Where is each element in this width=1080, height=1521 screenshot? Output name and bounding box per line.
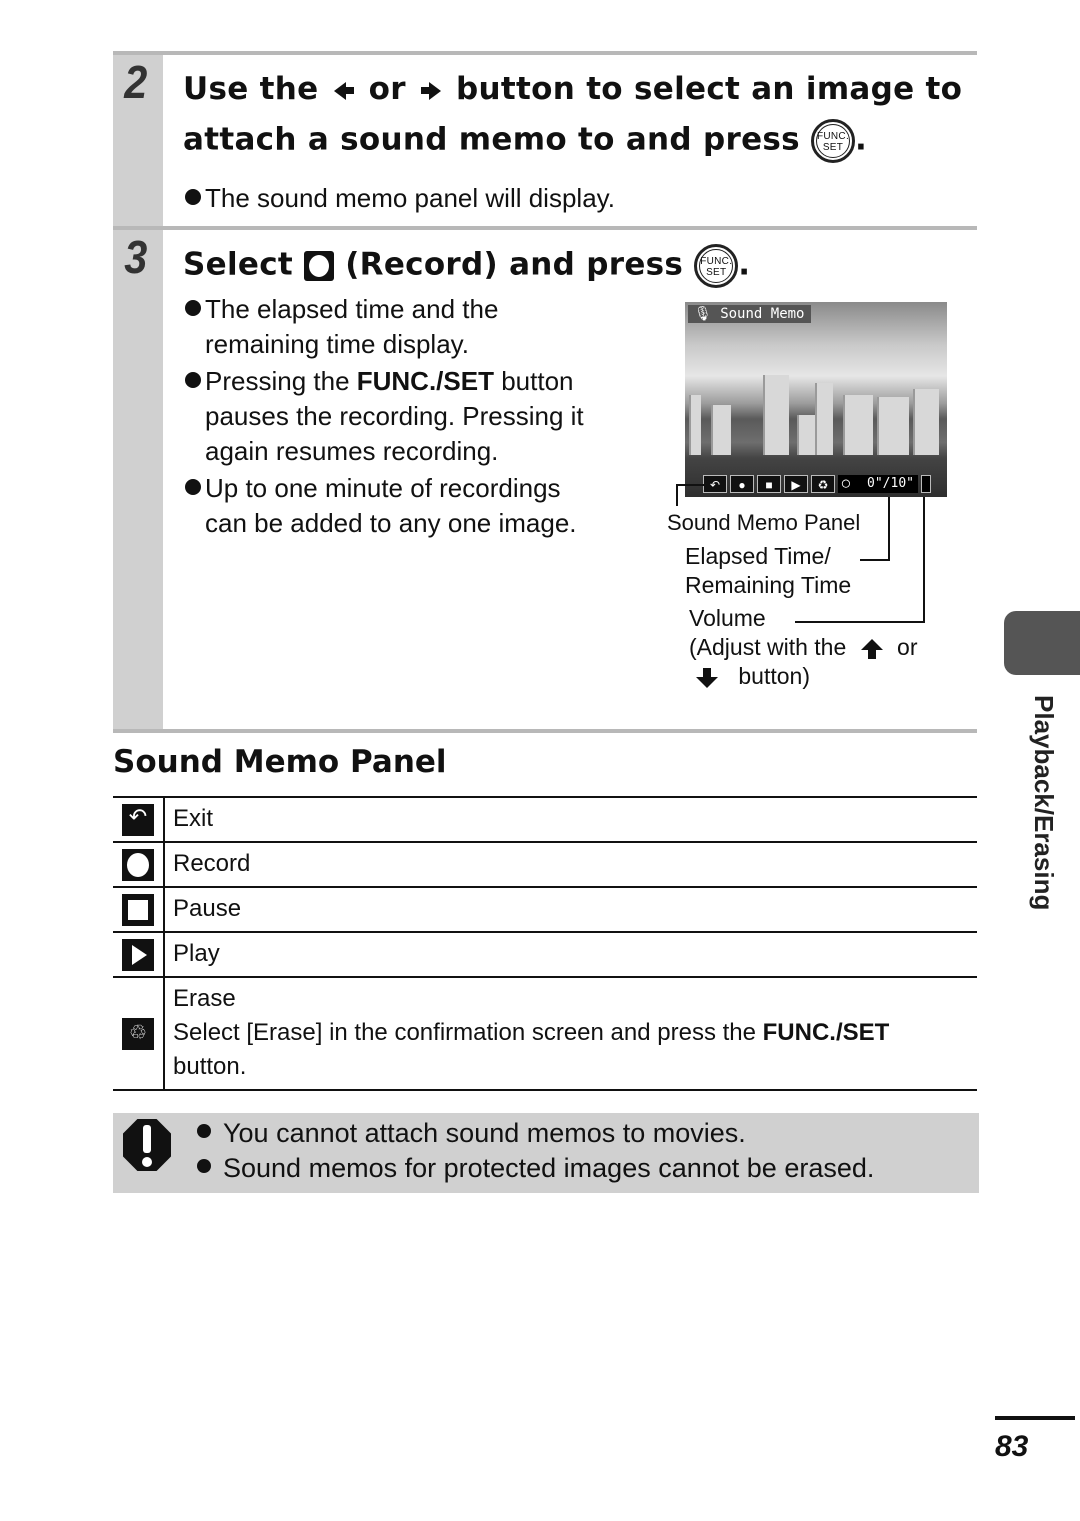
- sound-memo-panel-table: Exit Record Pause Play Erase Select [Era…: [113, 796, 977, 1091]
- step-title-line-1: Use the or button to select an image to: [183, 71, 963, 107]
- bullet-dot: [185, 372, 201, 388]
- record-icon: [122, 848, 154, 881]
- callout-remaining-time: Remaining Time: [685, 572, 852, 598]
- erase-icon: [122, 1017, 154, 1050]
- callout-line: [888, 497, 890, 561]
- sound-memo-label: 🎙 Sound Memo: [688, 305, 811, 323]
- bullet-item: Pressing the FUNC./SET button pauses the…: [185, 364, 584, 469]
- section-title: Sound Memo Panel: [113, 744, 447, 780]
- right-arrow-icon: [420, 71, 441, 107]
- chapter-label: Playback/Erasing: [1029, 695, 1059, 911]
- play-icon: [122, 938, 154, 971]
- up-arrow-icon: [860, 638, 883, 659]
- caution-item: You cannot attach sound memos to movies.: [197, 1118, 746, 1149]
- bullet-dot: [185, 300, 201, 316]
- step-number-column: [113, 230, 163, 733]
- table-row: Play: [113, 933, 977, 978]
- bullet-item: The elapsed time and the remaining time …: [185, 292, 498, 362]
- volume-indicator: [921, 475, 931, 493]
- time-readout: ◯ 0"/10": [838, 475, 918, 493]
- table-row: Pause: [113, 888, 977, 933]
- play-icon: ▶: [784, 475, 808, 493]
- caution-box: You cannot attach sound memos to movies.…: [113, 1113, 979, 1193]
- exit-icon: ↶: [703, 475, 727, 493]
- table-row: Erase Select [Erase] in the confirmation…: [113, 978, 977, 1091]
- left-arrow-icon: [333, 71, 354, 107]
- callout-adjust: (Adjust with the or: [689, 634, 918, 660]
- callout-line: [795, 621, 925, 623]
- warning-icon: [123, 1119, 171, 1171]
- pause-icon: [122, 893, 154, 926]
- func-set-icon: FUNC. SET: [694, 244, 739, 288]
- func-set-icon: FUNC. SET: [811, 119, 855, 163]
- callout-line: [860, 559, 890, 561]
- callout-volume: Volume: [689, 605, 766, 631]
- callout-line: [923, 497, 925, 623]
- callout-elapsed-time: Elapsed Time/: [685, 543, 831, 569]
- erase-icon: ♻: [811, 475, 835, 493]
- bullet-item: Up to one minute of recordings can be ad…: [185, 471, 577, 541]
- chapter-tab: [1004, 611, 1080, 675]
- exit-icon: [122, 803, 154, 836]
- callout-line: [676, 484, 678, 506]
- divider: [113, 729, 977, 733]
- step-2: 2 Use the or button to select an image t…: [113, 51, 977, 229]
- table-row: Exit: [113, 798, 977, 843]
- record-icon: ●: [730, 475, 754, 493]
- pause-icon: ■: [757, 475, 781, 493]
- sound-memo-panel: ↶ ● ■ ▶ ♻ ◯ 0"/10": [703, 475, 931, 493]
- bullet-dot: [185, 189, 201, 205]
- bullet-dot: [185, 479, 201, 495]
- callout-line: [676, 484, 704, 486]
- step-title: Select (Record) and press FUNC. SET .: [183, 244, 750, 288]
- step-title-line-2: attach a sound memo to and press FUNC. S…: [183, 119, 867, 163]
- table-row: Record: [113, 843, 977, 888]
- step-number: 3: [124, 231, 148, 283]
- bullet-item: The sound memo panel will display.: [185, 181, 615, 216]
- page-number-rule: [995, 1416, 1075, 1420]
- caution-item: Sound memos for protected images cannot …: [197, 1153, 874, 1184]
- down-arrow-icon: [696, 667, 718, 688]
- record-icon: [304, 251, 335, 281]
- step-number: 2: [124, 56, 148, 108]
- callout-sound-memo-panel: Sound Memo Panel: [667, 510, 861, 535]
- camera-screen-image: 🎙 Sound Memo ↶ ● ■ ▶ ♻ ◯ 0"/10": [685, 302, 947, 497]
- page-number: 83: [995, 1430, 1029, 1463]
- callout-adjust-2: button): [696, 663, 810, 690]
